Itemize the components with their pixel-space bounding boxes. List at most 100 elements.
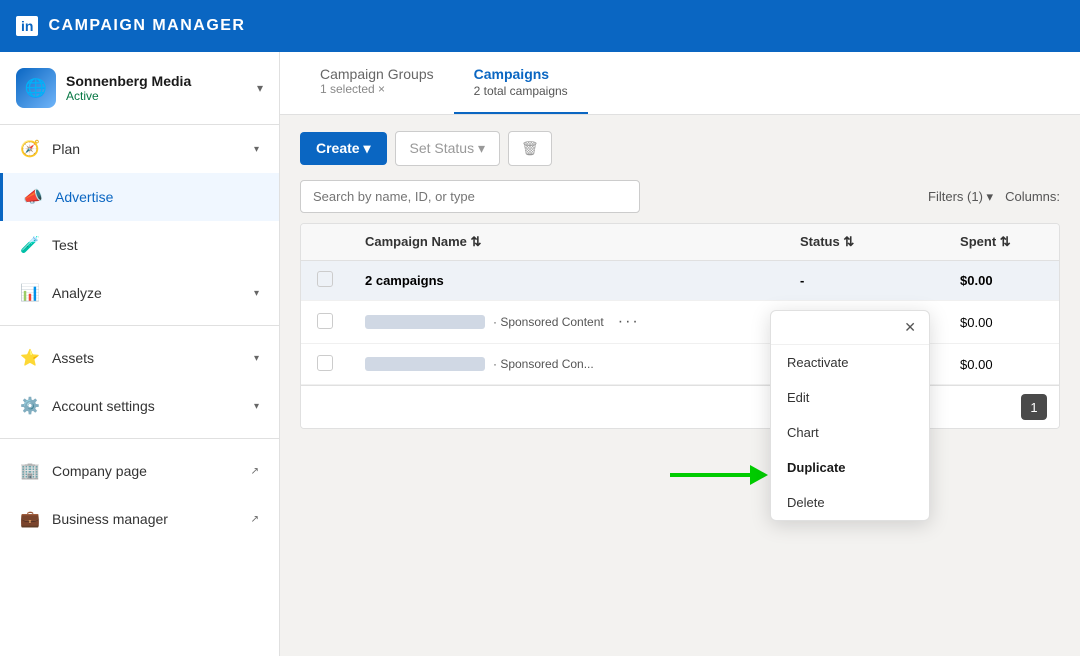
account-status: Active [66,89,247,103]
chevron-down-icon: ▾ [254,353,259,364]
main-layout: 🌐 Sonnenberg Media Active ▾ 🧭 Plan ▾ 📣 A… [0,52,1080,656]
company-icon: 🏢 [20,461,40,481]
row2-checkbox[interactable] [317,355,333,371]
chevron-down-icon: ▾ [254,401,259,412]
arrow-indicator [670,465,768,485]
plan-icon: 🧭 [20,139,40,159]
context-menu-header: ✕ [771,311,929,345]
filters-button[interactable]: Filters (1) ▾ [928,189,993,205]
app-title: CAMPAIGN MANAGER [48,17,245,35]
logo-container: in CAMPAIGN MANAGER [16,16,245,36]
advertise-icon: 📣 [23,187,43,207]
row2-checkbox-cell[interactable] [301,344,349,385]
sidebar-item-label-assets: Assets [52,350,94,366]
context-menu-duplicate[interactable]: Duplicate [771,450,929,485]
table-row: · Sponsored Con... Completed ▾ $0.00 [301,344,1059,385]
nav-divider [0,325,279,326]
external-link-icon: ↗ [251,466,259,477]
nav-divider-2 [0,438,279,439]
create-button[interactable]: Create ▾ [300,132,387,165]
sidebar-item-plan[interactable]: 🧭 Plan ▾ [0,125,279,173]
sidebar-item-label-test: Test [52,237,78,253]
row2-name-cell: · Sponsored Con... [349,344,784,385]
pagination-row: 1 [301,385,1059,428]
row1-spent-cell: $0.00 [944,301,1059,344]
context-menu-close-button[interactable]: ✕ [899,317,921,338]
external-link-icon: ↗ [251,514,259,525]
row2-blurred-name [365,357,485,371]
tab-campaigns-sub: 2 total campaigns [474,84,568,98]
campaigns-table: Campaign Name ⇅ Status ⇅ Spent ⇅ 2 campa… [300,223,1060,429]
app-header: in CAMPAIGN MANAGER [0,0,1080,52]
th-campaign-name[interactable]: Campaign Name ⇅ [349,224,784,261]
tab-campaign-groups-label: Campaign Groups [320,66,434,82]
tab-campaigns[interactable]: Campaigns 2 total campaigns [454,52,588,114]
row1-checkbox-cell[interactable] [301,301,349,344]
set-status-button[interactable]: Set Status ▾ [395,131,501,166]
arrow-head [750,465,768,485]
chevron-down-icon: ▾ [254,288,259,299]
content-area: Create ▾ Set Status ▾ 🗑 Filters (1) ▾ Co… [280,115,1080,656]
context-menu-delete[interactable]: Delete [771,485,929,520]
linkedin-logo: in [16,16,38,36]
sidebar-item-advertise[interactable]: 📣 Advertise [0,173,279,221]
sidebar-item-label-business: Business manager [52,511,168,527]
tab-campaign-groups[interactable]: Campaign Groups 1 selected × [300,52,454,114]
context-menu-chart[interactable]: Chart [771,415,929,450]
sidebar-item-business-manager[interactable]: 💼 Business manager ↗ [0,495,279,543]
test-icon: 🧪 [20,235,40,255]
chevron-down-icon: ▾ [254,144,259,155]
row1-blurred-name [365,315,485,329]
tab-campaigns-label: Campaigns [474,66,549,82]
columns-label: Columns: [1005,189,1060,204]
page-number[interactable]: 1 [1021,394,1047,420]
settings-icon: ⚙️ [20,396,40,416]
table-row: · Sponsored Content ··· Completed ▾ [301,301,1059,344]
table-group-row: 2 campaigns - $0.00 [301,261,1059,301]
row1-more-options[interactable]: ··· [612,311,646,333]
business-icon: 💼 [20,509,40,529]
th-spent[interactable]: Spent ⇅ [944,224,1059,261]
account-chevron-icon: ▾ [257,81,263,95]
sidebar-item-label-advertise: Advertise [55,189,113,205]
context-menu-reactivate[interactable]: Reactivate [771,345,929,380]
tab-campaign-groups-sub: 1 selected × [320,82,434,96]
th-status[interactable]: Status ⇅ [784,224,944,261]
account-info: Sonnenberg Media Active [66,73,247,103]
sidebar-item-company-page[interactable]: 🏢 Company page ↗ [0,447,279,495]
group-checkbox-cell[interactable] [301,261,349,301]
group-checkbox[interactable] [317,271,333,287]
sidebar-item-label-plan: Plan [52,141,80,157]
tab-bar: Campaign Groups 1 selected × Campaigns 2… [280,52,1080,115]
sidebar-item-test[interactable]: 🧪 Test [0,221,279,269]
sidebar: 🌐 Sonnenberg Media Active ▾ 🧭 Plan ▾ 📣 A… [0,52,280,656]
row1-type: · Sponsored Content [493,315,604,329]
table-header-row: Campaign Name ⇅ Status ⇅ Spent ⇅ [301,224,1059,261]
sidebar-item-label-company: Company page [52,463,147,479]
sidebar-item-analyze[interactable]: 📊 Analyze ▾ [0,269,279,317]
row2-type: · Sponsored Con... [493,357,594,371]
assets-icon: ⭐ [20,348,40,368]
toolbar: Create ▾ Set Status ▾ 🗑 [300,131,1060,166]
sidebar-item-label-account-settings: Account settings [52,398,155,414]
sidebar-item-label-analyze: Analyze [52,285,102,301]
arrow-line [670,473,750,477]
main-content: Campaign Groups 1 selected × Campaigns 2… [280,52,1080,656]
account-avatar: 🌐 [16,68,56,108]
account-name: Sonnenberg Media [66,73,247,89]
context-menu: ✕ Reactivate Edit Chart Duplicate Delete [770,310,930,521]
table: Campaign Name ⇅ Status ⇅ Spent ⇅ 2 campa… [301,224,1059,385]
group-name-cell: 2 campaigns [349,261,784,301]
row1-checkbox[interactable] [317,313,333,329]
search-bar-row: Filters (1) ▾ Columns: [300,180,1060,213]
sidebar-item-account-settings[interactable]: ⚙️ Account settings ▾ [0,382,279,430]
analyze-icon: 📊 [20,283,40,303]
row1-name-cell: · Sponsored Content ··· [349,301,784,344]
search-input[interactable] [300,180,640,213]
group-status-cell: - [784,261,944,301]
account-section[interactable]: 🌐 Sonnenberg Media Active ▾ [0,52,279,125]
context-menu-edit[interactable]: Edit [771,380,929,415]
delete-button[interactable]: 🗑 [508,131,552,166]
sidebar-item-assets[interactable]: ⭐ Assets ▾ [0,334,279,382]
th-checkbox [301,224,349,261]
